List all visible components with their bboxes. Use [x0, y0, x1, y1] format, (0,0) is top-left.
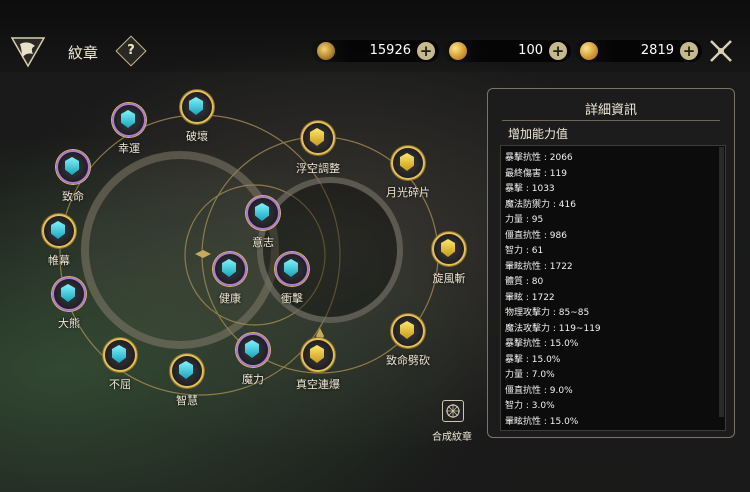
stat-row: 暴擊抗性 : 2066 [505, 153, 573, 163]
stat-row: 暈眩抗性 : 1722 [505, 261, 573, 272]
emblem-label: 衝擊 [281, 292, 303, 305]
emblem-label: 破壞 [186, 130, 208, 143]
emblem-slot[interactable] [246, 196, 280, 230]
stat-row: 暴擊抗性 : 15.0% [505, 339, 579, 349]
stat-row: 智力 : 61 [505, 246, 544, 256]
stat-row: 暴擊 : 15.0% [505, 354, 561, 365]
emblem-slot[interactable] [275, 252, 309, 286]
gold-coin-icon [580, 42, 598, 60]
emblem-label: 不屈 [109, 378, 131, 391]
emblem-label: 智慧 [176, 394, 198, 407]
details-title: 詳細資訊 [584, 103, 637, 118]
stat-list[interactable]: 暴擊抗性 : 2066 最終傷害 : 119 暴擊 : 1033 魔法防禦力 : 41… [500, 145, 726, 431]
dragon-emblem-icon [10, 37, 46, 68]
page-title: 紋章 [68, 44, 99, 62]
synthesis-icon [442, 400, 464, 422]
emblem-slot[interactable] [52, 277, 86, 311]
help-button[interactable]: ? [115, 35, 147, 67]
currency-value: 15926 [369, 43, 411, 58]
add-currency-button[interactable]: + [417, 42, 435, 60]
stat-row: 最終傷害 : 119 [505, 168, 567, 179]
emblem-slot[interactable] [391, 146, 425, 180]
stat-row: 魔法攻擊力 : 119~119 [505, 323, 601, 334]
emblem-label: 月光碎片 [386, 186, 430, 199]
emblem-slot[interactable] [301, 121, 335, 155]
stat-row: 僵直抗性 : 9.0% [505, 385, 573, 396]
emblem-slot[interactable] [391, 314, 425, 348]
emblem-label: 帷幕 [48, 254, 70, 267]
emblem-label: 致命劈砍 [386, 354, 430, 367]
add-currency-button[interactable]: + [549, 42, 567, 60]
add-currency-button[interactable]: + [680, 42, 698, 60]
currency-gold-bar: 100 + [443, 40, 571, 62]
top-bar: 紋章 ? 15926 + 100 + 2819 + [0, 0, 750, 72]
question-icon: ? [127, 43, 135, 58]
emblem-label: 致命 [62, 190, 84, 203]
currency-value: 2819 [640, 43, 674, 58]
emblem-slot[interactable] [170, 354, 204, 388]
emblem-label: 真空連爆 [296, 378, 340, 391]
emblem-slot[interactable] [236, 333, 270, 367]
emblem-label: 意志 [252, 236, 274, 249]
emblem-slot[interactable] [42, 214, 76, 248]
emblem-slot[interactable] [213, 252, 247, 286]
stat-row: 力量 : 95 [505, 215, 544, 225]
stat-row: 暈眩 : 1722 [505, 292, 555, 303]
gold-bar-icon [449, 42, 467, 60]
stat-row: 物理攻擊力 : 85~85 [505, 308, 590, 318]
details-subtitle: 增加能力值 [508, 127, 569, 141]
stat-row: 力量 : 7.0% [505, 370, 555, 380]
emblem-slot[interactable] [56, 150, 90, 184]
currency-value: 100 [518, 43, 543, 58]
emblem-slot[interactable] [301, 338, 335, 372]
emblem-label: 浮空調整 [296, 162, 340, 175]
scrollbar[interactable] [719, 147, 724, 417]
stat-row: 魔法防禦力 : 416 [505, 199, 576, 210]
emblem-label: 旋風斬 [432, 272, 466, 285]
emblem-slot[interactable] [180, 90, 214, 124]
divider [502, 120, 720, 121]
stat-row: 僵直抗性 : 986 [505, 230, 567, 241]
details-panel: 詳細資訊 增加能力值 暴擊抗性 : 2066 最終傷害 : 119 暴擊 : 103… [487, 88, 735, 438]
stat-row: 智力 : 3.0% [505, 401, 555, 411]
synthesize-label: 合成紋章 [432, 432, 472, 443]
emblem-slot[interactable] [103, 338, 137, 372]
emblem-slot[interactable] [432, 232, 466, 266]
stat-row: 暈眩抗性 : 15.0% [505, 416, 579, 427]
emblem-slot[interactable] [112, 103, 146, 137]
emblem-label: 大熊 [58, 317, 80, 330]
stat-row: 體質 : 80 [505, 277, 544, 287]
currency-cycle: 15926 + [311, 40, 439, 62]
stat-row: 暴擊 : 1033 [505, 184, 555, 194]
close-icon[interactable] [708, 38, 734, 64]
currency-gold-coin: 2819 + [574, 40, 702, 62]
cycle-coin-icon [317, 42, 335, 60]
